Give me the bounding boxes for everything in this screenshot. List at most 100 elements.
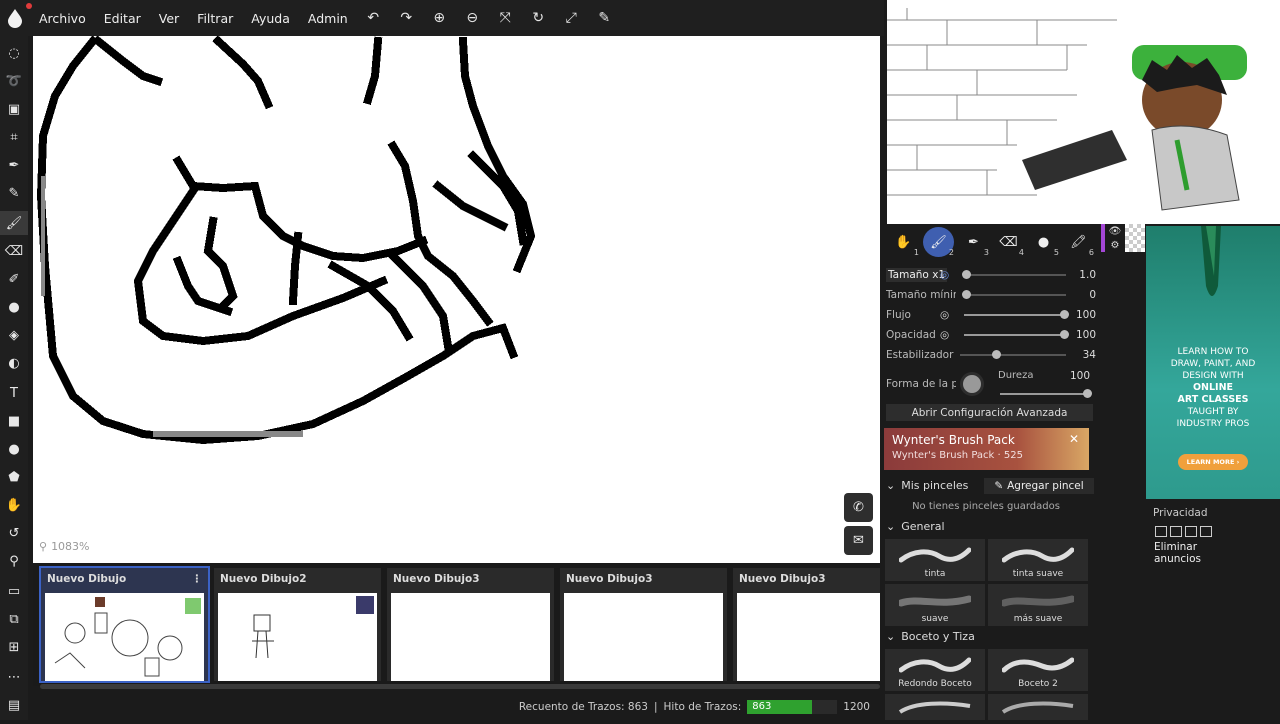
reset-view-icon[interactable]: ⤧ xyxy=(489,0,522,36)
zoom-icon[interactable]: ⚲ xyxy=(0,549,28,573)
more-icon[interactable]: ⋯ xyxy=(0,665,28,689)
zoom-out-icon[interactable]: ⊖ xyxy=(456,0,489,36)
pressure-icon[interactable]: ◎ xyxy=(940,309,949,321)
privacy-label[interactable]: Privacidad xyxy=(1153,507,1207,519)
document-menu-icon[interactable]: ⋮ xyxy=(192,573,203,585)
comment-icon[interactable]: ▭ xyxy=(0,579,28,603)
advanced-settings-button[interactable]: Abrir Configuración Avanzada xyxy=(886,404,1093,421)
lasso-icon[interactable]: ➰ xyxy=(0,69,28,93)
blur-icon[interactable]: ● xyxy=(0,295,28,319)
slider-track[interactable] xyxy=(962,270,1066,279)
layout-icon[interactable] xyxy=(1200,526,1212,537)
brush-icon[interactable]: 🖌 xyxy=(0,211,28,235)
layout-icon[interactable] xyxy=(1155,526,1167,537)
hardness-slider[interactable] xyxy=(1000,389,1092,398)
layer-settings-icon[interactable]: ⚙ xyxy=(1111,240,1120,251)
slider-knob[interactable] xyxy=(962,270,971,279)
gradient-icon[interactable]: ◐ xyxy=(0,351,28,375)
slider-flow[interactable]: Flujo ◎ 100 xyxy=(886,306,1096,324)
slider-knob[interactable] xyxy=(1060,310,1069,319)
brush-preset[interactable]: tinta suave xyxy=(988,539,1088,581)
layer-thumbnail[interactable] xyxy=(1125,224,1145,252)
slider-track[interactable] xyxy=(960,350,1066,359)
brush-preset[interactable] xyxy=(885,694,985,720)
brush-tool-soft[interactable]: ● 5 xyxy=(1028,227,1059,258)
pen-icon[interactable]: ✎ xyxy=(0,181,28,205)
eye-icon[interactable]: 👁 xyxy=(1109,226,1122,237)
add-brush-button[interactable]: ✎ Agregar pincel xyxy=(984,478,1094,494)
document-tab[interactable]: Nuevo Dibujo3 xyxy=(733,568,880,681)
slider-track[interactable] xyxy=(964,330,1069,339)
text-icon[interactable]: T xyxy=(0,381,28,405)
select-icon[interactable]: ◌ xyxy=(0,41,28,65)
brush-preset[interactable]: suave xyxy=(885,584,985,626)
brush-tool-brush[interactable]: 🖌 2 xyxy=(923,227,954,257)
slider-knob[interactable] xyxy=(1083,389,1092,398)
sketch-header[interactable]: ⌄ Boceto y Tiza xyxy=(886,630,975,643)
brush-tool-hand[interactable]: ✋ 1 xyxy=(888,227,919,258)
call-button[interactable]: ✆ xyxy=(844,493,873,522)
layers-icon[interactable]: ⧉ xyxy=(0,607,28,631)
slider-opacity[interactable]: Opacidad ◎ 100 xyxy=(886,326,1096,344)
slider-knob[interactable] xyxy=(962,290,971,299)
rotate-icon[interactable]: ↻ xyxy=(522,0,555,36)
zoom-in-icon[interactable]: ⊕ xyxy=(423,0,456,36)
crop-icon[interactable]: ⌗ xyxy=(0,125,28,149)
pipette-icon[interactable]: ✎ xyxy=(588,0,621,36)
menu-admin[interactable]: Admin xyxy=(299,0,357,36)
rotate-canvas-icon[interactable]: ↺ xyxy=(0,521,28,545)
slider-min-size[interactable]: Tamaño mínimo 0 xyxy=(886,286,1096,304)
brush-tool-paint[interactable]: 🖍 6 xyxy=(1063,227,1094,258)
undo-icon[interactable]: ↶ xyxy=(357,0,390,36)
layout-icon[interactable] xyxy=(1170,526,1182,537)
shape-icon[interactable]: ⬟ xyxy=(0,465,28,489)
brush-tool-pen[interactable]: ✒ 3 xyxy=(958,227,989,258)
chat-button[interactable]: ✉ xyxy=(844,526,873,555)
layout-icon[interactable] xyxy=(1185,526,1197,537)
drawing-canvas[interactable] xyxy=(33,36,880,563)
document-scrollbar[interactable] xyxy=(40,684,880,689)
menu-ayuda[interactable]: Ayuda xyxy=(242,0,299,36)
document-tab[interactable]: Nuevo Dibujo3 xyxy=(387,568,554,681)
slider-knob[interactable] xyxy=(1060,330,1069,339)
brush-preset[interactable]: Boceto 2 xyxy=(988,649,1088,691)
brush-preset[interactable] xyxy=(988,694,1088,720)
smudge-icon[interactable]: ✐ xyxy=(0,267,28,291)
panel-toggle-icon[interactable]: ▤ xyxy=(0,693,28,717)
add-icon[interactable]: ⊞ xyxy=(0,635,28,659)
brush-pack-promo[interactable]: Wynter's Brush Pack Wynter's Brush Pack … xyxy=(884,428,1089,470)
advertisement[interactable]: LEARN HOW TO DRAW, PAINT, AND DESIGN WIT… xyxy=(1146,226,1280,499)
tip-shape-button[interactable] xyxy=(960,372,984,396)
menu-editar[interactable]: Editar xyxy=(95,0,150,36)
eyedropper-icon[interactable]: ✒ xyxy=(0,153,28,177)
brush-preset[interactable]: Redondo Boceto xyxy=(885,649,985,691)
brush-tool-eraser[interactable]: ⌫ 4 xyxy=(993,227,1024,258)
ad-learn-more-button[interactable]: LEARN MORE › xyxy=(1178,454,1248,470)
general-header[interactable]: ⌄ General xyxy=(886,520,945,533)
my-brushes-header[interactable]: ⌄ Mis pinceles xyxy=(886,479,968,492)
slider-track[interactable] xyxy=(962,290,1066,299)
document-tab[interactable]: Nuevo Dibujo ⋮ xyxy=(39,566,210,683)
fullscreen-icon[interactable]: ⤢ xyxy=(555,0,588,36)
document-tab[interactable]: Nuevo Dibujo2 xyxy=(214,568,381,681)
fill-icon[interactable]: ◈ xyxy=(0,323,28,347)
brush-preset[interactable]: más suave xyxy=(988,584,1088,626)
brush-preset[interactable]: tinta xyxy=(885,539,985,581)
close-icon[interactable]: ✕ xyxy=(1069,432,1079,446)
document-tab[interactable]: Nuevo Dibujo3 xyxy=(560,568,727,681)
slider-knob[interactable] xyxy=(992,350,1001,359)
slider-stabilizer[interactable]: Estabilizador 34 xyxy=(886,346,1096,364)
app-logo[interactable] xyxy=(0,0,32,36)
menu-archivo[interactable]: Archivo xyxy=(30,0,95,36)
redo-icon[interactable]: ↷ xyxy=(390,0,423,36)
menu-ver[interactable]: Ver xyxy=(150,0,188,36)
hand-icon[interactable]: ✋ xyxy=(0,493,28,517)
menu-filtrar[interactable]: Filtrar xyxy=(188,0,242,36)
slider-size[interactable]: Tamaño x1 ◎ 1.0 xyxy=(886,266,1096,284)
transform-icon[interactable]: ▣ xyxy=(0,97,28,121)
remove-ads-button[interactable]: Eliminar anuncios xyxy=(1154,541,1244,565)
ellipse-icon[interactable]: ● xyxy=(0,437,28,461)
pressure-icon[interactable]: ◎ xyxy=(940,269,949,281)
slider-track[interactable] xyxy=(964,310,1069,319)
pressure-icon[interactable]: ◎ xyxy=(940,329,949,341)
